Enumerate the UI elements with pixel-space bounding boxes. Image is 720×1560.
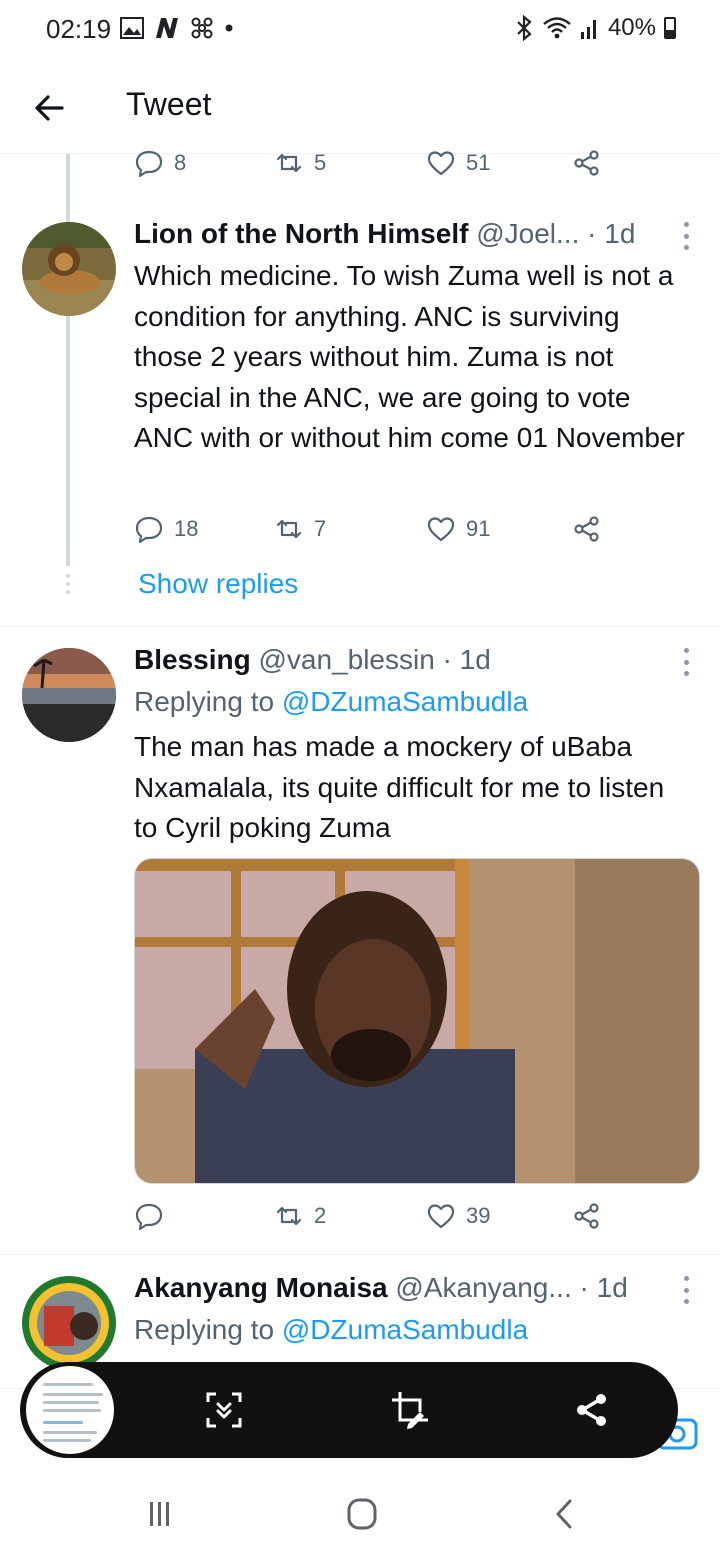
share-button[interactable] (572, 148, 602, 178)
reply-count: 18 (174, 516, 199, 541)
tweet-time: · 1d (442, 644, 491, 675)
tweet-header: Blessing @van_blessin · 1d (134, 644, 491, 676)
like-count: 39 (466, 1203, 491, 1228)
notification-icons (120, 16, 234, 40)
like-icon (427, 151, 455, 176)
home-icon[interactable] (342, 1498, 382, 1530)
reply-icon (135, 1203, 163, 1231)
retweet-icon (276, 519, 302, 539)
tweet-text: Which medicine. To wish Zuma well is not… (134, 260, 685, 454)
page-title: Tweet (126, 86, 212, 122)
battery-icon (664, 17, 676, 39)
divider (0, 626, 720, 627)
reply-button[interactable] (134, 1201, 174, 1231)
back-icon[interactable] (544, 1498, 584, 1530)
display-name[interactable]: Akanyang Monaisa (134, 1272, 388, 1303)
back-arrow-icon[interactable] (32, 90, 68, 126)
user-handle[interactable]: @Akanyang... (395, 1272, 571, 1303)
scroll-capture-icon[interactable] (204, 1390, 244, 1430)
lion-avatar-image (22, 222, 116, 316)
share-button[interactable] (572, 1201, 602, 1231)
reply-icon (135, 516, 163, 544)
retweet-count: 5 (314, 150, 327, 175)
bluetooth-icon (517, 15, 532, 41)
like-count: 51 (466, 150, 491, 175)
signal-icon (580, 20, 596, 39)
like-button[interactable]: 91 (426, 514, 490, 544)
tweet-actions: 2 39 (134, 1201, 614, 1237)
retweet-count: 2 (314, 1203, 327, 1228)
tweet-text: The man has made a mockery of uBaba Nxam… (134, 731, 665, 844)
reply-button[interactable]: 8 (134, 148, 186, 178)
man-photo (135, 859, 699, 1183)
show-replies-link[interactable]: Show replies (138, 568, 298, 600)
replying-prefix: Replying to (134, 686, 275, 717)
crop-edit-icon[interactable] (390, 1390, 430, 1430)
tweet-header: Akanyang Monaisa @Akanyang... · 1d (134, 1272, 628, 1304)
like-button[interactable]: 51 (426, 148, 490, 178)
wifi-icon (543, 17, 571, 39)
reply-icon (135, 150, 163, 178)
share-icon (574, 1203, 599, 1229)
user-handle[interactable]: @van_blessin (258, 644, 434, 675)
n-app-icon (156, 18, 178, 38)
like-button[interactable]: 39 (426, 1201, 490, 1231)
tweet-media-image[interactable] (134, 858, 700, 1184)
retweet-button[interactable]: 5 (274, 148, 326, 178)
screenshot-toolbar (20, 1362, 678, 1458)
more-icon[interactable] (682, 1276, 690, 1304)
system-nav-bar (0, 1468, 720, 1560)
retweet-button[interactable]: 2 (274, 1201, 326, 1231)
status-time: 02:19 (46, 14, 112, 44)
like-count: 91 (466, 516, 491, 541)
divider (0, 1254, 720, 1255)
battery-percent: 40% (607, 14, 656, 41)
thread-connector (66, 154, 70, 566)
display-name[interactable]: Blessing (134, 644, 251, 675)
dot-icon (225, 24, 233, 32)
share-icon[interactable] (572, 1390, 612, 1430)
user-handle[interactable]: @Joel... (476, 218, 579, 249)
tweet-time: · 1d (587, 218, 636, 249)
avatar-lion[interactable] (22, 222, 116, 316)
more-icon[interactable] (682, 648, 690, 676)
app-header: Tweet (0, 66, 720, 154)
display-name[interactable]: Lion of the North Himself (134, 218, 468, 249)
recents-icon[interactable] (140, 1498, 180, 1530)
reply-button[interactable]: 18 (134, 514, 198, 544)
gallery-icon (120, 17, 144, 39)
avatar-blessing[interactable] (22, 648, 116, 742)
thread-dots (66, 574, 70, 594)
retweet-icon (276, 1206, 302, 1226)
retweet-icon (276, 153, 302, 173)
tweet-header: Lion of the North Himself @Joel... · 1d (134, 218, 635, 250)
more-icon[interactable] (682, 222, 690, 250)
sunset-avatar-image (22, 648, 116, 742)
anc-avatar-image (22, 1276, 116, 1370)
replying-to: Replying to @DZumaSambudla (134, 1314, 528, 1346)
system-icons: 40% (514, 14, 676, 42)
share-button[interactable] (572, 514, 602, 544)
tweet-time: · 1d (579, 1272, 628, 1303)
tweet-actions: 18 7 91 (134, 514, 614, 550)
mention-link[interactable]: @DZumaSambudla (282, 1314, 528, 1345)
retweet-count: 7 (314, 516, 327, 541)
tweet-actions: 8 5 51 (134, 148, 614, 184)
reply-count: 8 (174, 150, 187, 175)
like-icon (427, 1204, 455, 1229)
mention-link[interactable]: @DZumaSambudla (282, 686, 528, 717)
retweet-button[interactable]: 7 (274, 514, 326, 544)
avatar-akanyang[interactable] (22, 1276, 116, 1370)
screenshot-thumbnail[interactable] (26, 1366, 114, 1454)
fan-icon (191, 17, 213, 39)
share-icon (574, 516, 599, 542)
replying-prefix: Replying to (134, 1314, 275, 1345)
replying-to: Replying to @DZumaSambudla (134, 686, 528, 718)
like-icon (427, 517, 455, 542)
share-icon (574, 150, 599, 176)
status-bar: 02:19 40% (0, 0, 720, 60)
